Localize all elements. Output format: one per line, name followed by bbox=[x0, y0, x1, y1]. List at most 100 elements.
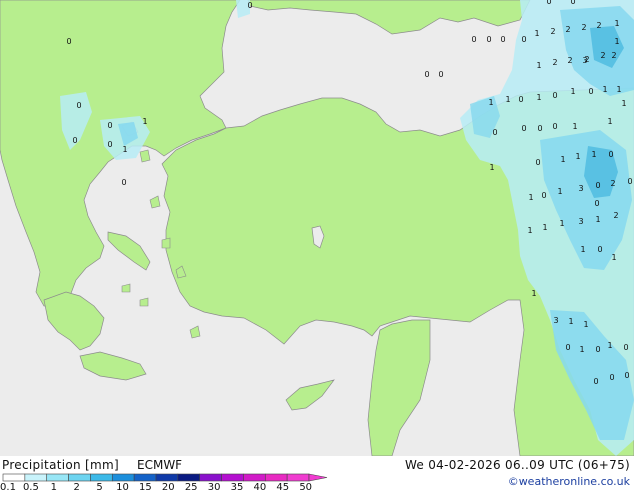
map-value-label: 0 bbox=[66, 37, 71, 46]
map-value-label: 1 bbox=[536, 93, 541, 102]
map-value-label: 1 bbox=[611, 253, 616, 262]
map-value-label: 2 bbox=[552, 58, 557, 67]
map-value-label: 1 bbox=[616, 85, 621, 94]
map-value-label: 1 bbox=[575, 152, 580, 161]
map-value-label: 0 bbox=[593, 377, 598, 386]
legend-tick-label: 45 bbox=[276, 482, 290, 493]
legend-tick-label: 5 bbox=[96, 482, 103, 493]
legend-arrow bbox=[308, 473, 328, 482]
map-value-label: 1 bbox=[527, 226, 532, 235]
valid-time-label: We 04-02-2026 06..09 UTC (06+75) bbox=[404, 458, 630, 472]
map-value-label: 0 bbox=[541, 191, 546, 200]
legend-swatch bbox=[24, 473, 48, 482]
map-value-label: 1 bbox=[614, 37, 619, 46]
legend-swatch bbox=[111, 473, 135, 482]
map-value-label: 0 bbox=[565, 343, 570, 352]
map-value-label: 3 bbox=[578, 217, 583, 226]
map-value-label: 1 bbox=[542, 223, 547, 232]
map-value-label: 1 bbox=[607, 117, 612, 126]
legend-tick-label: 40 bbox=[253, 482, 267, 493]
map-value-label: 0 bbox=[521, 35, 526, 44]
map-value-label: 1 bbox=[595, 215, 600, 224]
map-value-label: 0 bbox=[609, 373, 614, 382]
model-label: ECMWF bbox=[137, 458, 183, 472]
map-value-label: 0 bbox=[535, 158, 540, 167]
map-value-label: 1 bbox=[531, 289, 536, 298]
map-value-label: 1 bbox=[568, 317, 573, 326]
map-value-label: 0 bbox=[500, 35, 505, 44]
legend-swatch bbox=[90, 473, 113, 482]
map-value-label: 2 bbox=[584, 55, 589, 64]
legend-tick-label: 0.1 bbox=[0, 482, 16, 493]
legend-swatch bbox=[177, 473, 201, 482]
map-value-label: 1 bbox=[536, 61, 541, 70]
legend-swatch bbox=[199, 473, 222, 482]
map-value-label: 1 bbox=[621, 99, 626, 108]
legend-tick-label: 0.5 bbox=[22, 482, 39, 493]
legend-swatch bbox=[243, 473, 266, 482]
map-title: Precipitation [mm] bbox=[2, 458, 119, 472]
map-value-label: 0 bbox=[608, 150, 613, 159]
map-value-label: 2 bbox=[596, 21, 601, 30]
legend-swatch bbox=[46, 473, 69, 482]
map-value-label: 1 bbox=[572, 122, 577, 131]
legend-swatch bbox=[2, 473, 26, 482]
legend-swatch bbox=[155, 473, 179, 482]
credit-label: ©weatheronline.co.uk bbox=[507, 475, 630, 488]
legend-tick-label: 35 bbox=[230, 482, 244, 493]
map-value-label: 0 bbox=[247, 1, 252, 10]
legend-swatch bbox=[133, 473, 157, 482]
map-value-label: 1 bbox=[557, 187, 562, 196]
map-value-label: 0 bbox=[595, 181, 600, 190]
legend-tick-label: 25 bbox=[184, 482, 198, 493]
map-value-label: 0 bbox=[438, 70, 443, 79]
legend-tick-label: 50 bbox=[299, 482, 313, 493]
legend-tick-label: 1 bbox=[50, 482, 57, 493]
map-value-label: 2 bbox=[550, 27, 555, 36]
map-value-label: 2 bbox=[613, 211, 618, 220]
map-value-label: 3 bbox=[553, 316, 558, 325]
map-value-label: 2 bbox=[611, 51, 616, 60]
map-value-label: 0 bbox=[624, 371, 629, 380]
map-value-label: 0 bbox=[121, 178, 126, 187]
map-value-label: 2 bbox=[610, 179, 615, 188]
map-value-label: 1 bbox=[122, 145, 127, 154]
forecast-map-view: 0000101000000000010101010111222212231122… bbox=[0, 0, 634, 493]
map-value-label: 0 bbox=[627, 177, 632, 186]
map-value-label: 0 bbox=[521, 124, 526, 133]
legend-tick-label: 20 bbox=[161, 482, 175, 493]
legend-swatch bbox=[264, 473, 288, 482]
map-value-label: 1 bbox=[142, 117, 147, 126]
map-value-label: 0 bbox=[588, 87, 593, 96]
map-value-label: 1 bbox=[489, 163, 494, 172]
map-value-label: 0 bbox=[623, 343, 628, 352]
precipitation-map: 0000101000 00 0 0 00 0101 0 1 0 1 0 1 11 2 2 2 2 12 2 3112 2… bbox=[0, 0, 634, 456]
map-value-label: 1 bbox=[488, 98, 493, 107]
map-value-label: 0 bbox=[107, 140, 112, 149]
map-value-label: 1 bbox=[528, 193, 533, 202]
map-value-label: 0 bbox=[594, 199, 599, 208]
map-value-label: 0 bbox=[597, 245, 602, 254]
map-value-label: 2 bbox=[565, 25, 570, 34]
map-value-label: 1 bbox=[602, 85, 607, 94]
map-value-label: 0 bbox=[471, 35, 476, 44]
map-value-label: 1 bbox=[570, 87, 575, 96]
map-value-label: 0 bbox=[72, 136, 77, 145]
map-value-label: 1 bbox=[591, 150, 596, 159]
map-value-label: 2 bbox=[600, 51, 605, 60]
map-value-label: 0 bbox=[552, 91, 557, 100]
map-value-label: 1 bbox=[580, 245, 585, 254]
map-value-label: 0 bbox=[595, 345, 600, 354]
map-value-label: 1 bbox=[583, 320, 588, 329]
map-value-label: 0 bbox=[552, 122, 557, 131]
legend-swatch bbox=[221, 473, 244, 482]
legend-tick-label: 2 bbox=[73, 482, 80, 493]
map-value-label: 3 bbox=[578, 184, 583, 193]
map-value-label: 0 bbox=[518, 95, 523, 104]
map-value-label: 1 bbox=[505, 95, 510, 104]
map-value-label: 0 bbox=[424, 70, 429, 79]
map-value-label: 1 bbox=[607, 341, 612, 350]
map-value-label: 0 bbox=[537, 124, 542, 133]
map-value-label: 0 bbox=[570, 0, 575, 6]
map-value-label: 2 bbox=[581, 23, 586, 32]
